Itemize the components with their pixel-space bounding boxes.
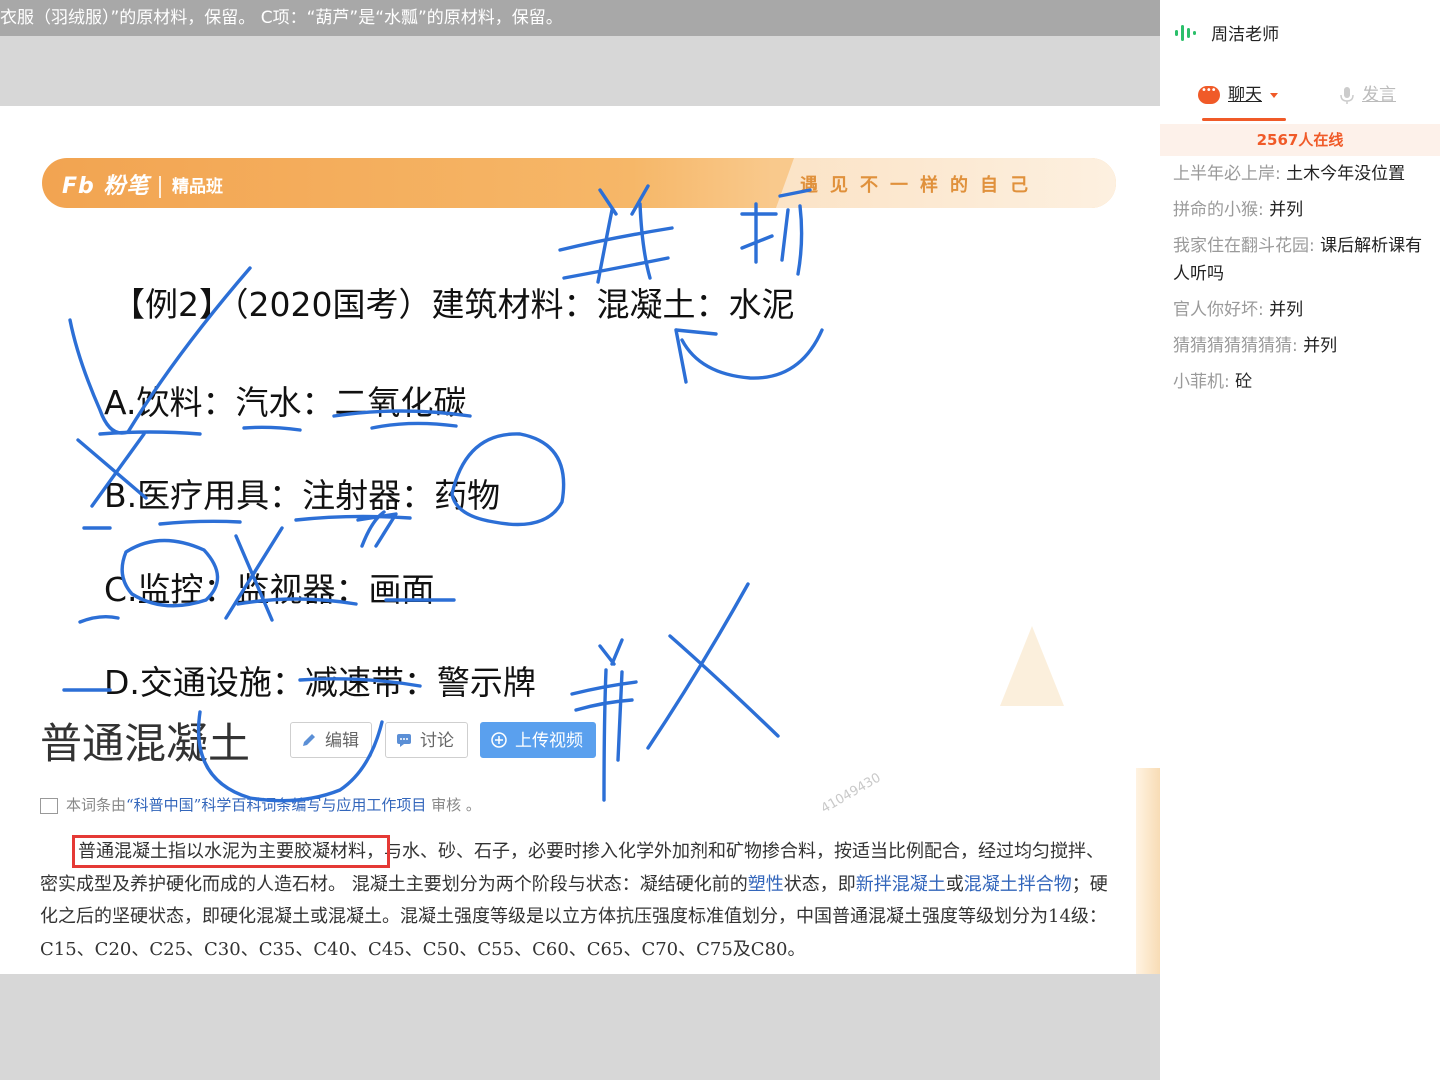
chat-bubble-icon [1198, 85, 1220, 104]
review-prefix: 本词条由 [66, 796, 127, 814]
edit-button[interactable]: 编辑 [290, 722, 372, 758]
microphone-icon [1340, 87, 1354, 104]
caret-down-icon [1270, 92, 1278, 98]
decorative-triangle [1000, 626, 1064, 706]
chat-username: 官人你好坏: [1173, 300, 1264, 320]
chat-message: 上半年必上岸: 土木今年没位置 [1173, 160, 1435, 188]
chat-message: 官人你好坏: 并列 [1173, 296, 1435, 324]
course-banner: Fb 粉笔 精品班 遇见不一样的自己 [42, 158, 1116, 208]
review-suffix: 审核 。 [426, 796, 481, 814]
tab-speak[interactable]: 发言 [1340, 80, 1396, 105]
chat-text: 并列 [1297, 336, 1338, 356]
chat-message: 小菲机: 砼 [1173, 368, 1435, 396]
slide: Fb 粉笔 精品班 遇见不一样的自己 【例2】（2020国考）建筑材料：混凝土：… [0, 106, 1160, 974]
option-a: A.饮料：汽水：二氧化碳 [104, 383, 467, 422]
plus-circle-icon [491, 732, 507, 748]
online-count: 2567人在线 [1160, 124, 1440, 156]
definition-paragraph: 普通混凝土指以水泥为主要胶凝材料，与水、砂、石子，必要时掺入化学外加剂和矿物掺合… [40, 835, 1112, 966]
encyclopedia-title: 普通混凝土 [40, 719, 251, 768]
teacher-name: 周洁老师 [1211, 25, 1280, 45]
option-c: C.监控：监视器：画面 [104, 570, 435, 609]
review-source-link[interactable]: “科普中国”科学百科词条编写与应用工作项目 [126, 796, 426, 814]
chat-text: 并列 [1263, 300, 1304, 320]
teacher-header: 周洁老师 [1174, 20, 1280, 45]
upload-video-button[interactable]: 上传视频 [480, 722, 596, 758]
book-icon [40, 798, 58, 814]
chat-username: 上半年必上岸: [1173, 164, 1281, 184]
audio-wave-icon [1175, 24, 1196, 41]
question-title: 【例2】（2020国考）建筑材料：混凝土：水泥 [112, 285, 795, 324]
link-plasticity[interactable]: 塑性 [748, 874, 784, 895]
discuss-button[interactable]: 讨论 [385, 722, 468, 758]
chat-text: 砼 [1229, 372, 1253, 392]
chat-message: 拼命的小猴: 并列 [1173, 196, 1435, 224]
discuss-label: 讨论 [420, 731, 454, 751]
edge-gradient [1136, 768, 1160, 974]
upload-label: 上传视频 [515, 731, 583, 751]
pencil-icon [303, 734, 315, 746]
course-label: 精品班 [172, 177, 223, 197]
edit-label: 编辑 [325, 731, 359, 751]
chat-username: 我家住在翻斗花园: [1173, 236, 1315, 256]
chat-tabs: 聊天 发言 [1160, 70, 1440, 122]
chat-message: 我家住在翻斗花园: 课后解析课有人听吗 [1173, 232, 1435, 288]
watermark: 41049430 [818, 770, 884, 817]
link-concrete-mixture[interactable]: 混凝土拌合物 [964, 874, 1072, 895]
para-text: 状态，即 [783, 873, 856, 895]
chat-username: 小菲机: [1173, 372, 1230, 392]
chat-text: 并列 [1263, 200, 1304, 220]
option-d: D.交通设施：减速带：警示牌 [104, 663, 536, 702]
chat-messages: 上半年必上岸: 土木今年没位置 拼命的小猴: 并列 我家住在翻斗花园: 课后解析… [1173, 160, 1435, 404]
chat-message: 猜猜猜猜猜猜猜: 并列 [1173, 332, 1435, 360]
tab-speak-label: 发言 [1362, 85, 1396, 105]
caption-bar: 衣服（羽绒服）”的原材料，保留。 C项：“葫芦”是“水瓢”的原材料，保留。 [0, 0, 1160, 36]
option-b: B.医疗用具：注射器：药物 [104, 476, 501, 515]
tab-chat[interactable]: 聊天 [1198, 80, 1278, 105]
chat-text: 土木今年没位置 [1280, 164, 1406, 184]
link-fresh-concrete[interactable]: 新拌混凝土 [856, 874, 946, 895]
para-text: 或 [945, 873, 964, 895]
chat-username: 拼命的小猴: [1173, 200, 1264, 220]
active-tab-indicator [1202, 118, 1286, 121]
banner-slogan: 遇见不一样的自己 [800, 175, 1040, 196]
chat-panel: 周洁老师 聊天 发言 2567人在线 上半年必上岸: 土木今年没位置 拼命的小猴… [1160, 0, 1440, 1080]
highlighted-definition: 普通混凝土指以水泥为主要胶凝材料， [72, 835, 390, 868]
comment-icon [397, 734, 411, 747]
chat-username: 猜猜猜猜猜猜猜: [1173, 336, 1298, 356]
tab-chat-label: 聊天 [1228, 85, 1262, 105]
fenbi-logo: Fb 粉笔 [62, 168, 173, 200]
review-note: 本词条由“科普中国”科学百科词条编写与应用工作项目 审核 。 [40, 794, 481, 815]
lecture-video-area: 衣服（羽绒服）”的原材料，保留。 C项：“葫芦”是“水瓢”的原材料，保留。 Fb… [0, 0, 1160, 1080]
